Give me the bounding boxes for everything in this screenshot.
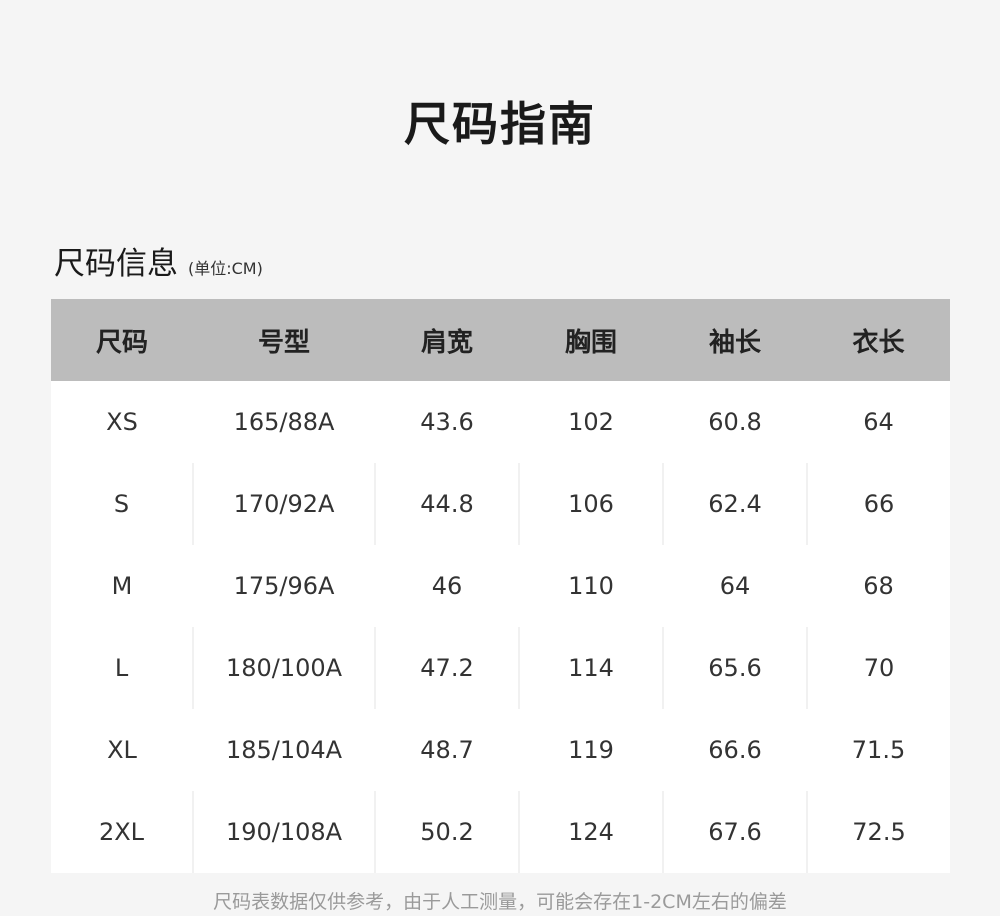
cell-length: 66 (806, 463, 950, 545)
page-title: 尺码指南 (404, 97, 596, 151)
cell-length: 68 (807, 545, 950, 627)
cell-model: 165/88A (193, 381, 375, 463)
cell-size: XL (51, 709, 193, 791)
cell-model: 170/92A (192, 463, 375, 545)
table-row: 2XL 190/108A 50.2 124 67.6 72.5 (51, 791, 950, 873)
cell-size: 2XL (51, 791, 193, 873)
cell-length: 70 (806, 627, 950, 709)
header-size: 尺码 (51, 299, 193, 381)
header-length: 衣长 (807, 299, 950, 381)
cell-shoulder: 47.2 (374, 627, 519, 709)
cell-shoulder: 46 (375, 545, 519, 627)
cell-sleeve: 60.8 (663, 381, 807, 463)
cell-shoulder: 48.7 (375, 709, 519, 791)
table-row: XL 185/104A 48.7 119 66.6 71.5 (51, 709, 950, 791)
cell-model: 180/100A (192, 627, 375, 709)
section-heading: 尺码信息 (单位:CM) (54, 242, 263, 286)
cell-shoulder: 43.6 (375, 381, 519, 463)
footnote: 尺码表数据仅供参考，由于人工测量，可能会存在1-2CM左右的偏差 (213, 891, 787, 913)
cell-chest: 106 (518, 463, 663, 545)
table-row: XS 165/88A 43.6 102 60.8 64 (51, 381, 950, 463)
cell-model: 185/104A (193, 709, 375, 791)
cell-sleeve: 64 (663, 545, 807, 627)
cell-chest: 110 (519, 545, 663, 627)
cell-size: XS (51, 381, 193, 463)
header-shoulder: 肩宽 (375, 299, 519, 381)
cell-length: 72.5 (806, 791, 950, 873)
cell-sleeve: 67.6 (662, 791, 807, 873)
table-row: L 180/100A 47.2 114 65.6 70 (51, 627, 950, 709)
table-header-row: 尺码 号型 肩宽 胸围 袖长 衣长 (51, 299, 950, 381)
cell-chest: 102 (519, 381, 663, 463)
header-sleeve: 袖长 (663, 299, 807, 381)
section-title: 尺码信息 (54, 246, 178, 282)
table-row: M 175/96A 46 110 64 68 (51, 545, 950, 627)
cell-chest: 114 (518, 627, 663, 709)
cell-chest: 124 (518, 791, 663, 873)
cell-length: 64 (807, 381, 950, 463)
cell-size: S (51, 463, 193, 545)
size-table: 尺码 号型 肩宽 胸围 袖长 衣长 XS 165/88A 43.6 102 60… (51, 299, 950, 873)
cell-sleeve: 62.4 (662, 463, 807, 545)
header-chest: 胸围 (519, 299, 663, 381)
cell-chest: 119 (519, 709, 663, 791)
cell-sleeve: 65.6 (662, 627, 807, 709)
cell-sleeve: 66.6 (663, 709, 807, 791)
cell-model: 190/108A (192, 791, 375, 873)
unit-label: (单位:CM) (188, 259, 263, 278)
cell-size: L (51, 627, 193, 709)
cell-shoulder: 44.8 (374, 463, 519, 545)
header-model: 号型 (193, 299, 375, 381)
table-row: S 170/92A 44.8 106 62.4 66 (51, 463, 950, 545)
cell-length: 71.5 (807, 709, 950, 791)
cell-model: 175/96A (193, 545, 375, 627)
cell-shoulder: 50.2 (374, 791, 519, 873)
cell-size: M (51, 545, 193, 627)
